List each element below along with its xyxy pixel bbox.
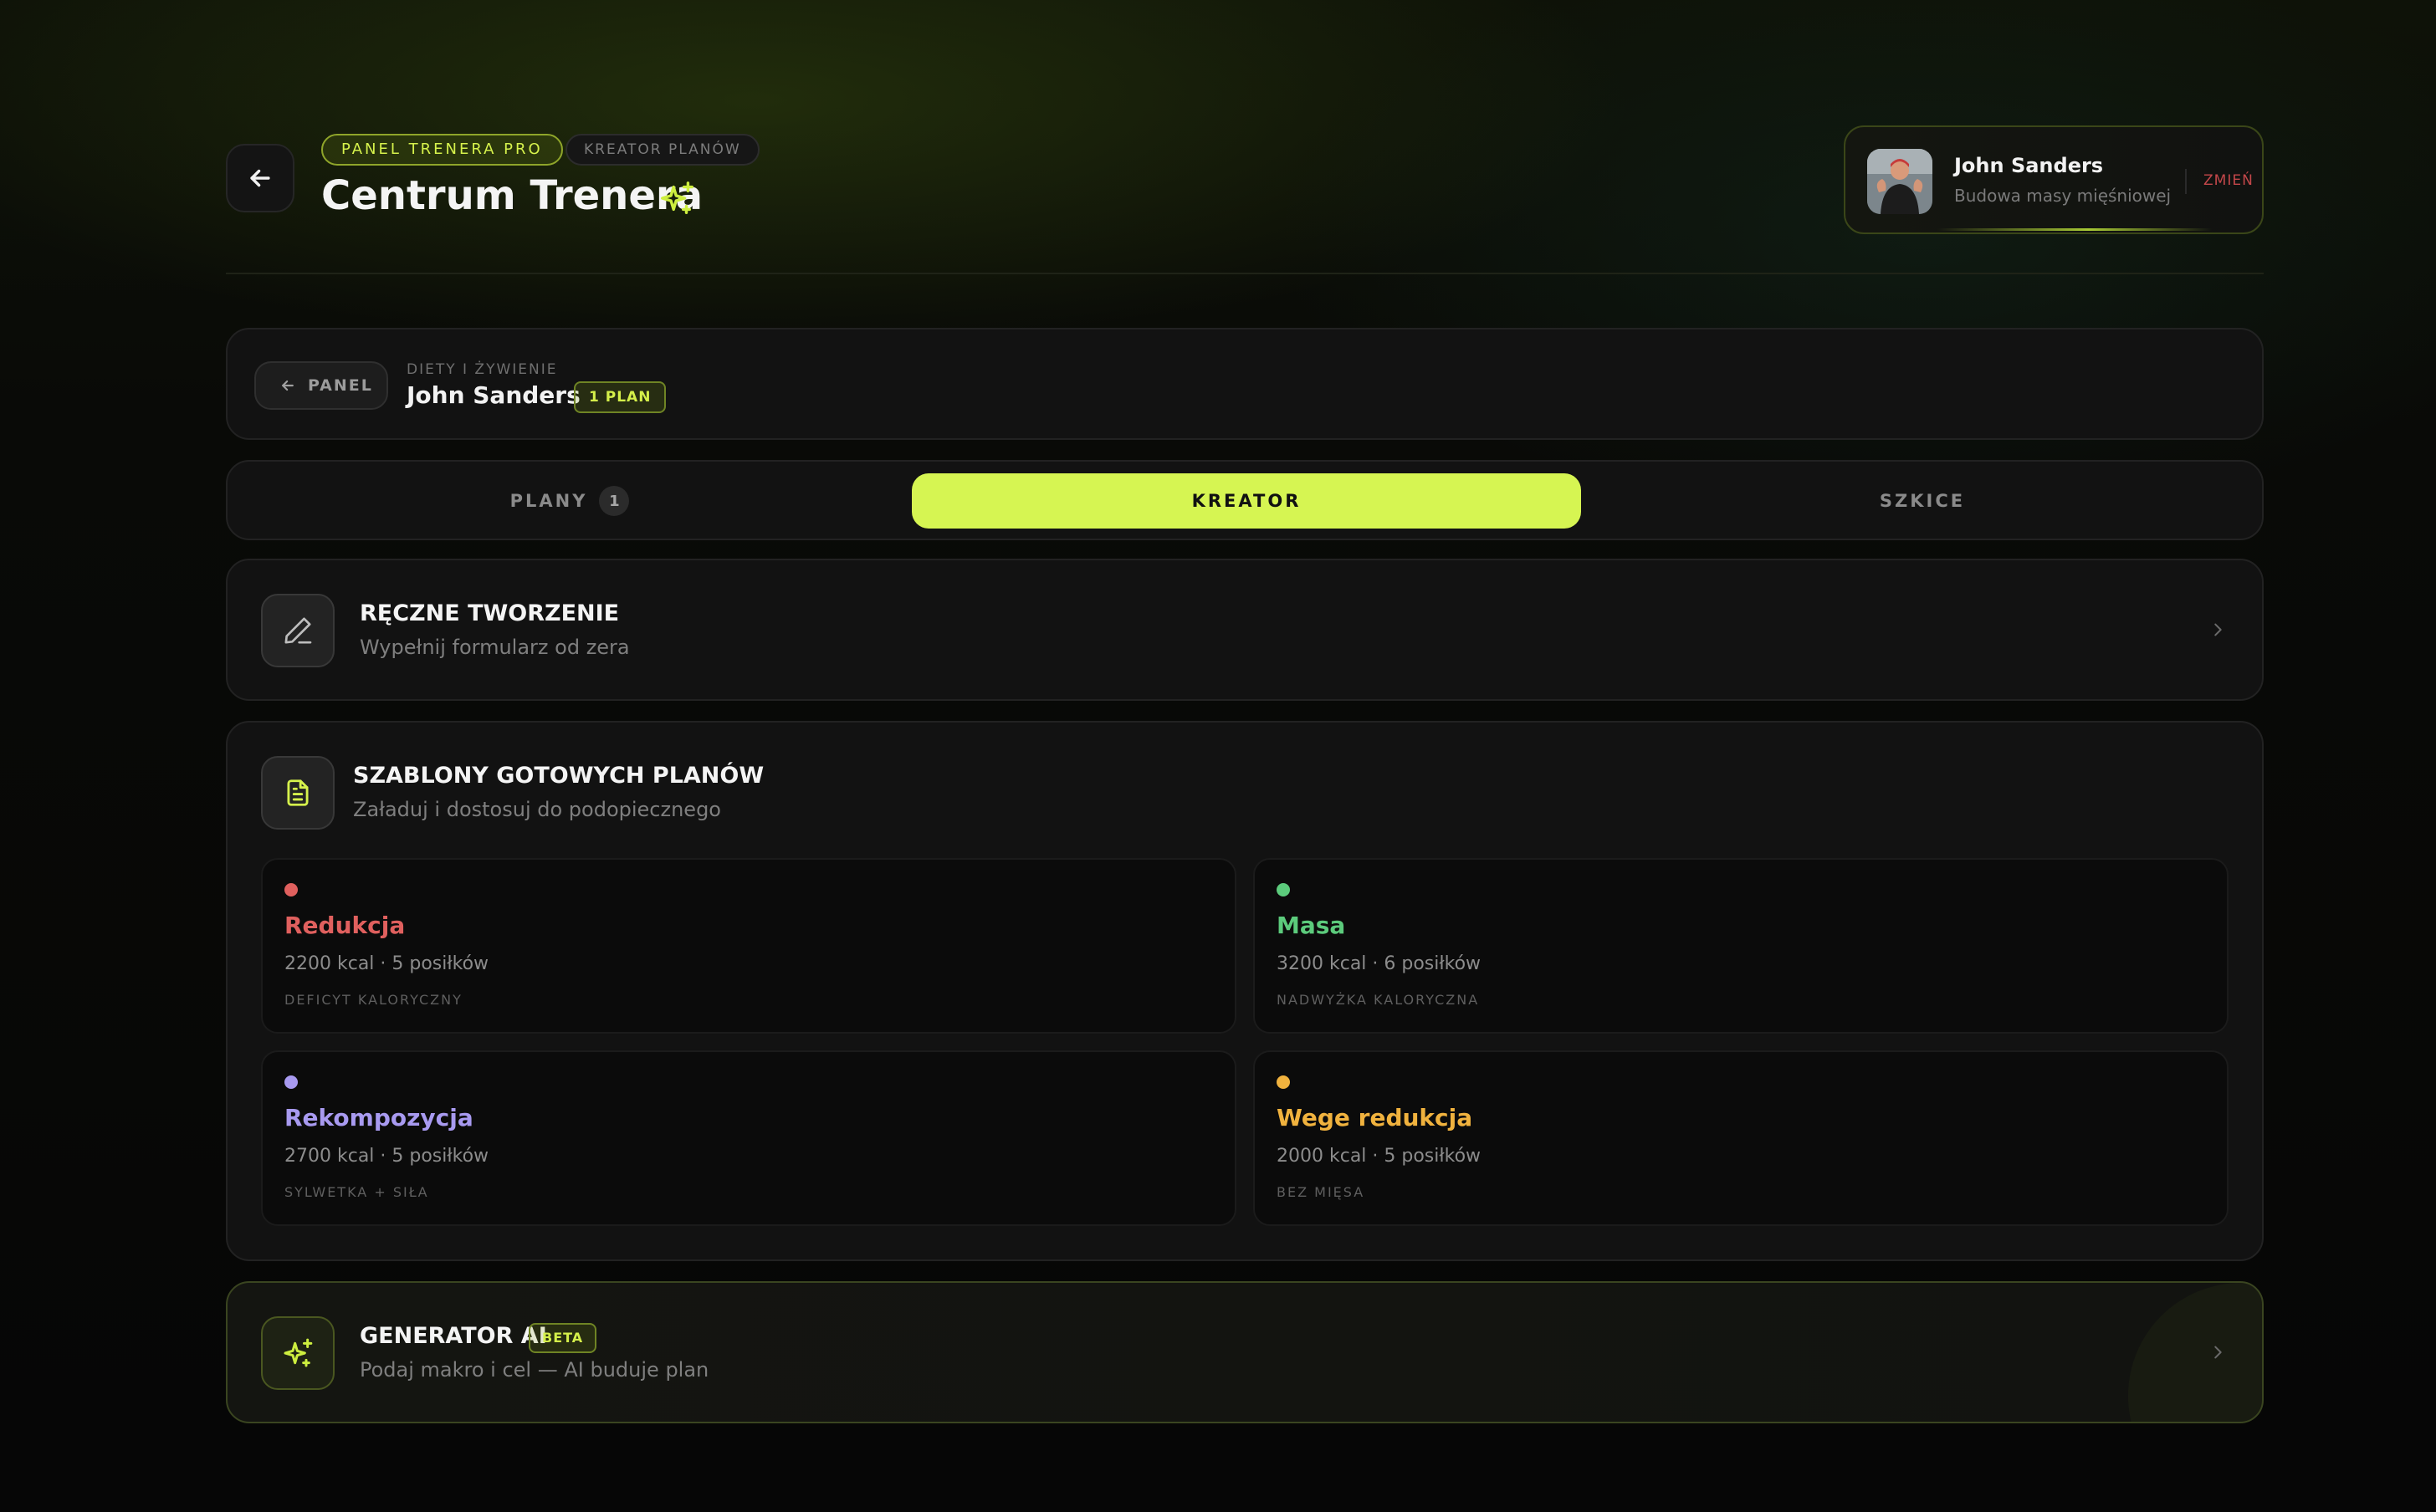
template-card-recomposition[interactable]: Rekompozycja 2700 kcal · 5 posiłków SYLW… <box>261 1050 1236 1226</box>
template-tag: DEFICYT KALORYCZNY <box>284 992 463 1008</box>
manual-icon-box <box>261 594 335 667</box>
arrow-left-icon <box>282 380 294 391</box>
card-accent-line <box>1937 228 2212 231</box>
template-name: Redukcja <box>284 912 406 939</box>
ai-generator-option[interactable]: GENERATOR AI BETA Podaj makro i cel — AI… <box>226 1281 2264 1423</box>
divider <box>2185 169 2187 194</box>
client-name: John Sanders <box>1954 154 2104 177</box>
template-card-mass[interactable]: Masa 3200 kcal · 6 posiłków NADWYŻKA KAL… <box>1253 858 2229 1034</box>
template-meta: 2200 kcal · 5 posiłków <box>284 953 489 974</box>
templates-subtitle: Załaduj i dostosuj do podopiecznego <box>353 798 721 821</box>
plan-count-badge: 1 PLAN <box>574 381 667 413</box>
chevron-right-icon <box>2205 617 2230 642</box>
creator-badge: KREATOR PLANÓW <box>566 134 760 166</box>
beta-badge: BETA <box>529 1323 597 1353</box>
tab-plans[interactable]: PLANY 1 <box>239 473 900 529</box>
templates-title: SZABLONY GOTOWYCH PLANÓW <box>353 763 765 789</box>
status-dot <box>1277 883 1290 896</box>
panel-back-button[interactable]: PANEL <box>254 361 388 410</box>
template-card-reduction[interactable]: Redukcja 2200 kcal · 5 posiłków DEFICYT … <box>261 858 1236 1034</box>
tab-bar: PLANY 1 KREATOR SZKICE <box>226 460 2264 540</box>
breadcrumb: PANEL DIETY I ŻYWIENIE John Sanders 1 PL… <box>226 328 2264 440</box>
templates-icon-box <box>261 756 335 830</box>
client-card[interactable]: John Sanders Budowa masy mięśniowej ZMIE… <box>1844 125 2264 234</box>
sparkles-icon <box>284 1338 313 1367</box>
client-avatar <box>1867 149 1932 214</box>
pro-badge: PANEL TRENERA PRO <box>321 134 563 166</box>
template-name: Rekompozycja <box>284 1104 473 1131</box>
arrow-left-icon <box>250 169 270 187</box>
template-name: Masa <box>1277 912 1346 939</box>
templates-section: SZABLONY GOTOWYCH PLANÓW Załaduj i dosto… <box>226 721 2264 1261</box>
manual-title: RĘCZNE TWORZENIE <box>360 600 620 626</box>
tab-label: PLANY <box>509 491 588 511</box>
panel-back-label: PANEL <box>308 376 373 395</box>
tab-label: SZKICE <box>1879 491 1966 511</box>
template-tag: BEZ MIĘSA <box>1277 1184 1365 1200</box>
breadcrumb-section: DIETY I ŻYWIENIE <box>407 361 558 378</box>
status-dot <box>284 883 298 896</box>
pencil-icon <box>284 617 312 644</box>
template-meta: 3200 kcal · 6 posiłków <box>1277 953 1482 974</box>
tab-drafts[interactable]: SZKICE <box>1593 473 2252 529</box>
document-icon <box>287 779 309 806</box>
client-goal: Budowa masy mięśniowej <box>1954 186 2172 206</box>
decorative-circle <box>2128 1283 2262 1422</box>
template-meta: 2000 kcal · 5 posiłków <box>1277 1146 1482 1167</box>
tab-count-badge: 1 <box>599 486 630 516</box>
status-dot <box>1277 1075 1290 1089</box>
page-header: PANEL TRENERA PRO KREATOR PLANÓW Centrum… <box>226 125 2264 274</box>
chevron-right-icon <box>2205 1340 2230 1365</box>
ai-subtitle: Podaj makro i cel — AI buduje plan <box>360 1358 709 1382</box>
sparkles-icon <box>661 181 693 214</box>
template-tag: NADWYŻKA KALORYCZNA <box>1277 992 1480 1008</box>
ai-icon-box <box>261 1316 335 1390</box>
template-name: Wege redukcja <box>1277 1104 1473 1131</box>
manual-creation-option[interactable]: RĘCZNE TWORZENIE Wypełnij formularz od z… <box>226 559 2264 701</box>
template-tag: SYLWETKA + SIŁA <box>284 1184 429 1200</box>
breadcrumb-client-name: John Sanders <box>407 381 581 409</box>
change-client-button[interactable]: ZMIEŃ <box>2203 172 2254 189</box>
page-title: Centrum Trenera <box>321 172 703 219</box>
ai-title: GENERATOR AI <box>360 1323 547 1349</box>
template-meta: 2700 kcal · 5 posiłków <box>284 1146 489 1167</box>
template-card-vegan-reduction[interactable]: Wege redukcja 2000 kcal · 5 posiłków BEZ… <box>1253 1050 2229 1226</box>
manual-subtitle: Wypełnij formularz od zera <box>360 636 630 659</box>
back-button[interactable] <box>226 144 294 212</box>
status-dot <box>284 1075 298 1089</box>
header-divider <box>226 273 2264 274</box>
tab-creator[interactable]: KREATOR <box>912 473 1581 529</box>
tab-label: KREATOR <box>1191 491 1302 511</box>
